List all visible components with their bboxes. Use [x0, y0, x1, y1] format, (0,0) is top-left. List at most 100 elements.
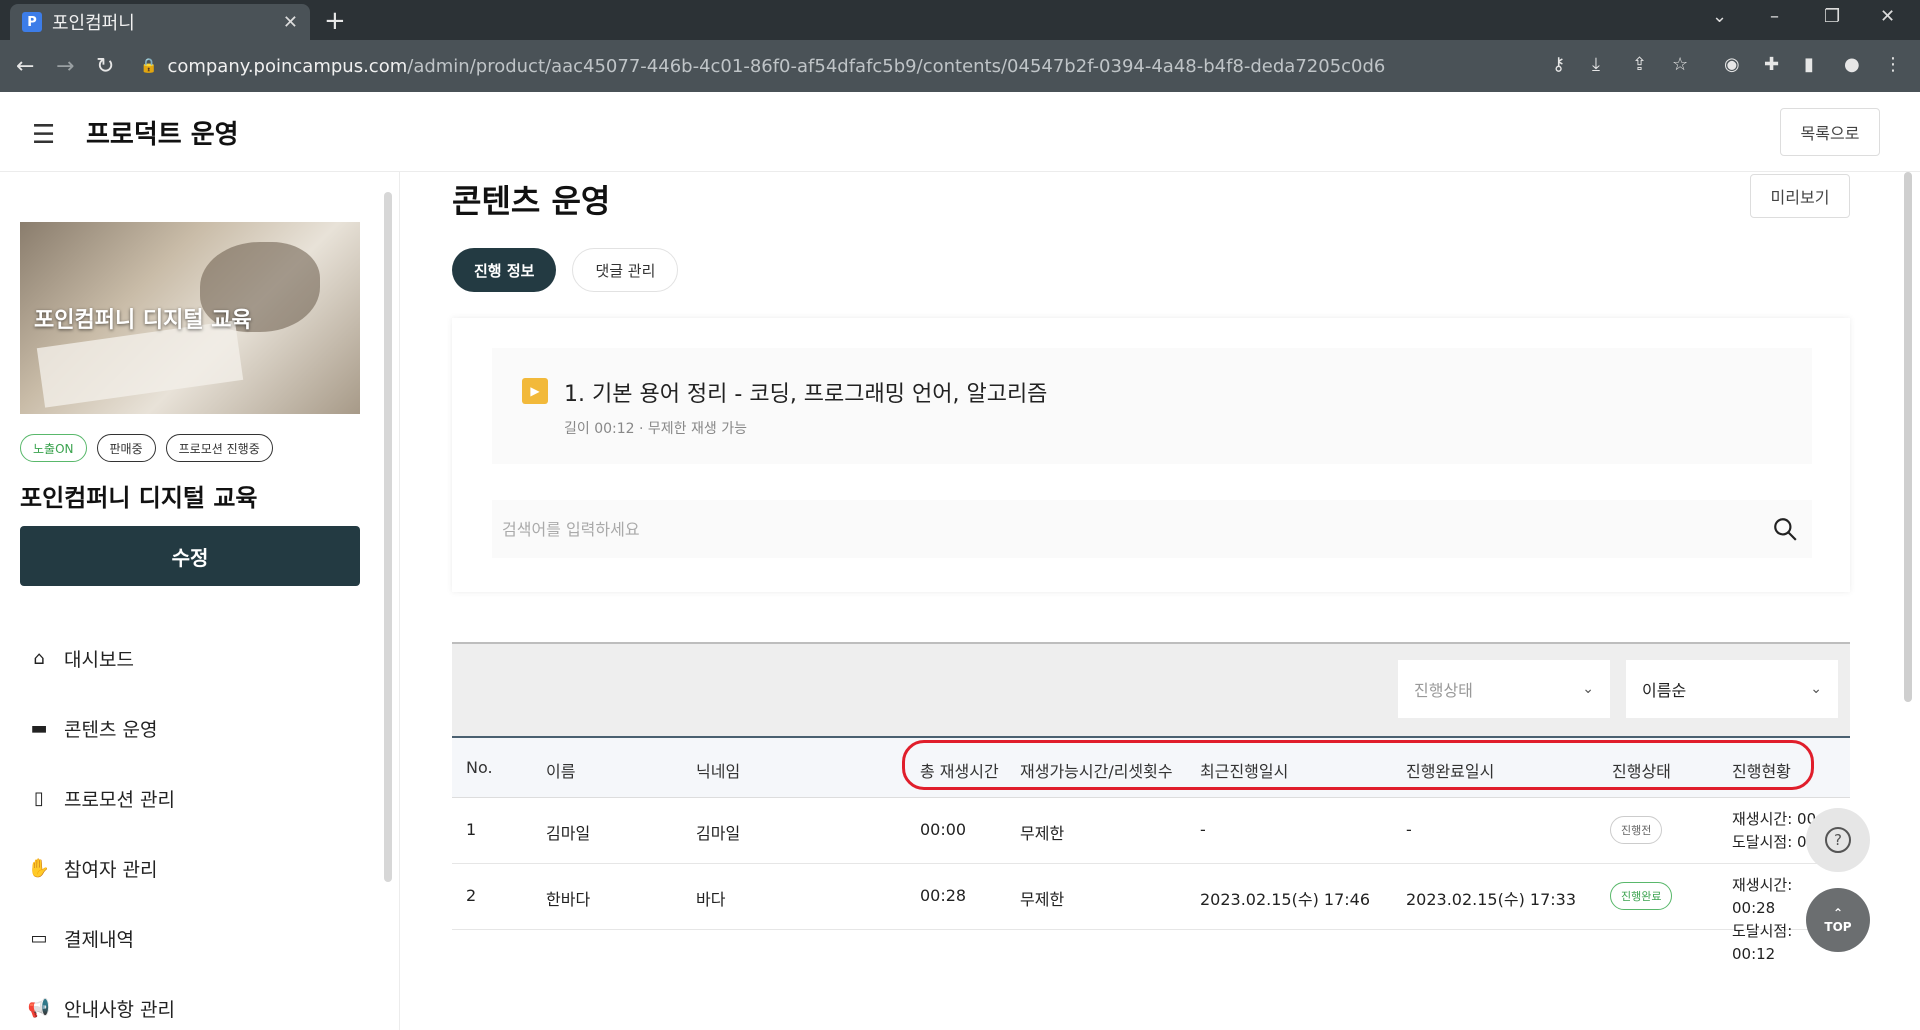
col-name: 이름	[546, 762, 576, 781]
tab-comments[interactable]: 댓글 관리	[572, 248, 679, 292]
sidepanel-icon[interactable]: ▮	[1804, 54, 1814, 75]
key-icon[interactable]: ⚷	[1552, 54, 1565, 75]
hand-icon: ✋	[27, 857, 51, 879]
forward-icon[interactable]: →	[56, 54, 74, 79]
card-icon: ▭	[30, 927, 48, 949]
share-icon[interactable]: ⇪	[1632, 54, 1647, 75]
main-scrollbar[interactable]	[1904, 172, 1912, 702]
table-header: No. 이름 닉네임 총 재생시간 재생가능시간/리셋횟수 최근진행일시 진행완…	[452, 736, 1850, 798]
tab-progress-info[interactable]: 진행 정보	[452, 248, 557, 292]
cell-completed: -	[1406, 820, 1412, 839]
app-header: ☰ 프로덕트 운영 목록으로	[0, 92, 1920, 172]
table-row[interactable]: 1 김마일 김마일 00:00 무제한 - - 진행전 재생시간: 00: 도달…	[452, 798, 1850, 864]
cell-total: 00:28	[920, 886, 967, 905]
col-status: 진행상태	[1612, 762, 1671, 781]
content-card: ▶ 1. 기본 용어 정리 - 코딩, 프로그래밍 언어, 알고리즘 길이 00…	[452, 318, 1850, 592]
edit-button[interactable]: 수정	[20, 526, 360, 586]
install-icon[interactable]: ⤓	[1592, 54, 1600, 75]
new-tab-icon[interactable]: +	[324, 6, 346, 36]
url-host: company.poincampus.com	[167, 55, 408, 77]
browser-addressbar: ← → ↻ 🔒 company.poincampus.com/admin/pro…	[0, 40, 1920, 92]
col-total-playtime: 총 재생시간	[920, 762, 999, 781]
search-input[interactable]	[502, 500, 1742, 558]
svg-text:?: ?	[1834, 831, 1842, 849]
help-button[interactable]: ?	[1806, 808, 1870, 872]
maximize-icon[interactable]: ❐	[1824, 6, 1840, 27]
col-completed: 진행완료일시	[1406, 762, 1495, 781]
cell-name: 김마일	[546, 824, 591, 843]
cell-recent: -	[1200, 820, 1206, 839]
badge-on-sale: 판매중	[96, 434, 156, 462]
extensions-icon[interactable]: ✚	[1764, 54, 1779, 75]
sidebar-item-dashboard[interactable]: ⌂ 대시보드	[24, 638, 134, 678]
chevron-down-icon: ⌄	[1810, 681, 1822, 697]
sidebar-item-label: 콘텐츠 운영	[64, 718, 158, 741]
search-box	[492, 500, 1812, 558]
sort-select[interactable]: 이름순 ⌄	[1626, 660, 1838, 718]
home-icon: ⌂	[33, 647, 45, 669]
search-icon[interactable]	[1772, 516, 1798, 542]
sidebar-item-promotion[interactable]: ▯ 프로모션 관리	[24, 778, 175, 818]
back-to-list-button[interactable]: 목록으로	[1780, 108, 1880, 156]
sort-value: 이름순	[1642, 681, 1687, 700]
col-playable-reset: 재생가능시간/리셋횟수	[1020, 762, 1173, 781]
profile-icon[interactable]: ●	[1844, 54, 1860, 75]
content-tabs: 진행 정보 댓글 관리	[452, 248, 679, 292]
status-filter-value: 진행상태	[1414, 681, 1473, 700]
chevron-up-icon: ⌃	[1832, 906, 1844, 920]
preview-button[interactable]: 미리보기	[1750, 174, 1850, 218]
url-path: /admin/product/aac45077-446b-4c01-86f0-a…	[407, 55, 1386, 77]
tab-title: 포인컴퍼니	[52, 13, 135, 34]
bookmark-star-icon[interactable]: ☆	[1672, 54, 1688, 75]
sidebar-item-contents[interactable]: ▬ 콘텐츠 운영	[24, 708, 157, 748]
sidebar-item-notices[interactable]: 📢 안내사항 관리	[24, 988, 175, 1028]
play-icon: ▶	[522, 378, 548, 404]
browser-menu-icon[interactable]: ⋮	[1884, 54, 1902, 75]
camera-icon[interactable]: ◉	[1724, 54, 1740, 75]
chevron-down-icon: ⌄	[1582, 681, 1594, 697]
product-thumbnail: 포인컴퍼니 디지털 교육	[20, 222, 360, 414]
sidebar-item-label: 안내사항 관리	[64, 998, 175, 1021]
status-badge: 진행전	[1610, 816, 1663, 844]
cell-recent: 2023.02.15(수) 17:46	[1200, 890, 1371, 909]
hamburger-menu-icon[interactable]: ☰	[32, 120, 55, 150]
sidebar-scrollbar[interactable]	[384, 192, 392, 882]
status-filter-select[interactable]: 진행상태 ⌄	[1398, 660, 1610, 718]
table-row[interactable]: 2 한바다 바다 00:28 무제한 2023.02.15(수) 17:46 2…	[452, 864, 1850, 963]
col-nickname: 닉네임	[696, 762, 741, 781]
megaphone-icon: 📢	[27, 997, 51, 1019]
cell-name: 한바다	[546, 890, 591, 909]
browser-tab[interactable]: P 포인컴퍼니 ✕	[10, 4, 310, 40]
reload-icon[interactable]: ↻	[96, 54, 114, 79]
filter-bar: 진행상태 ⌄ 이름순 ⌄	[452, 642, 1850, 736]
status-badge: 진행완료	[1610, 882, 1673, 910]
sidebar-item-payments[interactable]: ▭ 결제내역	[24, 918, 133, 958]
folder-icon: ▬	[30, 717, 48, 739]
sidebar-item-label: 프로모션 관리	[64, 788, 175, 811]
favicon-icon: P	[22, 12, 42, 32]
cell-no: 2	[466, 886, 477, 905]
cell-nickname: 바다	[696, 890, 726, 909]
sidebar-item-participants[interactable]: ✋ 참여자 관리	[24, 848, 158, 888]
col-recent-progress: 최근진행일시	[1200, 762, 1289, 781]
question-icon: ?	[1825, 827, 1851, 853]
sidebar-item-label: 대시보드	[64, 648, 134, 671]
minimize-icon[interactable]: –	[1770, 6, 1779, 27]
tab-close-icon[interactable]: ✕	[283, 12, 298, 33]
product-name: 포인컴퍼니 디지털 교육	[20, 484, 258, 512]
window-close-icon[interactable]: ✕	[1880, 6, 1895, 27]
cell-nickname: 김마일	[696, 824, 741, 843]
content-title: 1. 기본 용어 정리 - 코딩, 프로그래밍 언어, 알고리즘	[564, 382, 1048, 407]
url-bar[interactable]: 🔒 company.poincampus.com/admin/product/a…	[140, 48, 1540, 84]
app-title: 프로덕트 운영	[86, 120, 239, 150]
browser-tabbar: P 포인컴퍼니 ✕ + ⌄ – ❐ ✕	[0, 0, 1920, 40]
scroll-top-button[interactable]: ⌃ TOP	[1806, 888, 1870, 952]
back-icon[interactable]: ←	[16, 54, 34, 79]
cell-limit: 무제한	[1020, 824, 1065, 843]
top-label: TOP	[1824, 920, 1852, 934]
promotion-icon: ▯	[34, 787, 44, 809]
col-no: No.	[466, 758, 493, 777]
lock-icon: 🔒	[140, 58, 158, 74]
sidebar: 포인컴퍼니 디지털 교육 노출ON 판매중 프로모션 진행중 포인컴퍼니 디지털…	[0, 172, 400, 1030]
tab-search-icon[interactable]: ⌄	[1712, 6, 1727, 27]
